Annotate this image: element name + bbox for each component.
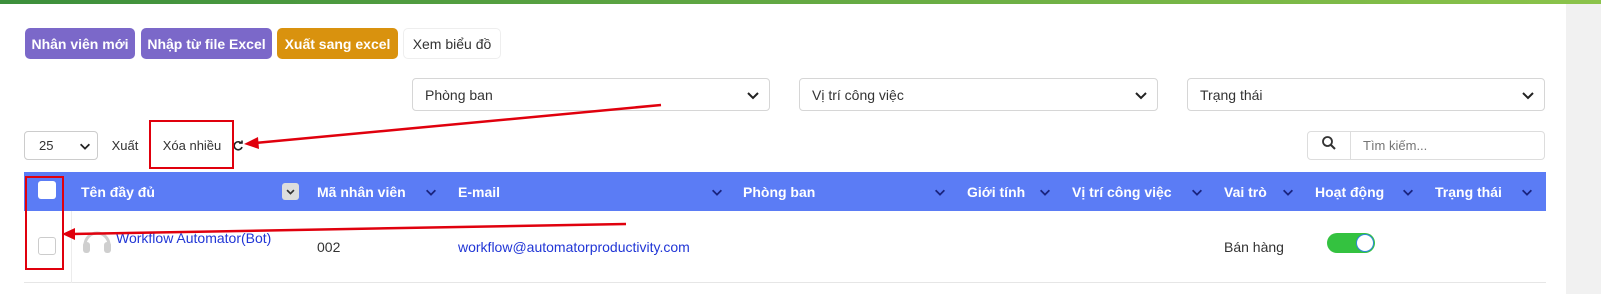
- arrow-to-bulk-delete: [244, 103, 662, 149]
- arrow-to-checkbox: [62, 222, 627, 240]
- annotation-arrows: [62, 103, 662, 240]
